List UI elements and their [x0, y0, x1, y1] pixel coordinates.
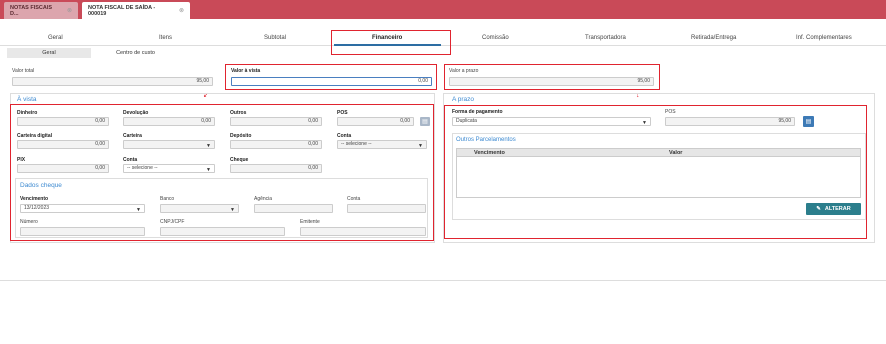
tab-label: NOTAS FISCAIS D... [10, 4, 53, 17]
forma-pagamento-select[interactable]: Duplicata ▼ [452, 117, 651, 126]
subtab-geral[interactable]: Geral [7, 48, 91, 58]
agencia-label: Agência [254, 196, 273, 202]
pos-label: POS [337, 110, 348, 116]
card-icon[interactable]: ▤ [803, 116, 814, 127]
card-icon[interactable]: ▤ [420, 117, 430, 126]
tab-subtotal[interactable]: Subtotal [264, 35, 286, 41]
a-vista-title: À vista [17, 96, 37, 103]
col-vencimento: Vencimento [474, 150, 505, 156]
alterar-label: ALTERAR [824, 206, 851, 212]
tab-itens[interactable]: Itens [159, 35, 172, 41]
chevron-down-icon: ▼ [642, 120, 647, 126]
tab-geral[interactable]: Geral [48, 35, 63, 41]
pos-prazo-label: POS [665, 109, 676, 115]
a-prazo-title: A prazo [452, 96, 475, 103]
conta2-select-value: -- selecione -- [127, 165, 158, 171]
forma-pagamento-value: Duplicata [456, 118, 477, 124]
cheque-field[interactable]: 0,00 [230, 164, 322, 173]
carteira-select[interactable]: ▼ [123, 140, 215, 149]
dados-cheque-title: Dados cheque [20, 182, 62, 189]
tab-inf-complementares[interactable]: Inf. Complementares [796, 35, 852, 41]
tab-retirada-entrega[interactable]: Retirada/Entrega [691, 35, 736, 41]
close-icon[interactable]: ⊗ [179, 7, 184, 14]
forma-pagamento-label: Forma de pagamento [452, 109, 503, 115]
chevron-down-icon: ▼ [136, 207, 141, 213]
vencimento-label: Vencimento [20, 196, 49, 202]
deposito-field[interactable]: 0,00 [230, 140, 322, 149]
close-icon[interactable]: ⊗ [67, 7, 72, 14]
dinheiro-label: Dinheiro [17, 110, 38, 116]
parcelamentos-table-header: Vencimento Valor [456, 148, 861, 157]
pix-label: PIX [17, 157, 26, 163]
valor-total-label: Valor total [12, 68, 35, 74]
vencimento-field[interactable]: 13/12/2023 ▼ [20, 204, 145, 213]
pos-field[interactable]: 0,00 [337, 117, 414, 126]
conta-cheque-label: Conta [347, 196, 361, 202]
conta-cheque-field[interactable] [347, 204, 426, 213]
devolucao-field[interactable]: 0,00 [123, 117, 215, 126]
col-valor: Valor [669, 150, 683, 156]
tab-label: NOTA FISCAL DE SAÍDA - 000019 [88, 4, 156, 17]
chevron-down-icon: ▼ [206, 167, 211, 173]
valor-vista-field[interactable]: 0,00 [231, 77, 432, 86]
valor-total-field: 95,00 [12, 77, 213, 86]
tab-comissao[interactable]: Comissão [482, 35, 509, 41]
banco-label: Banco [160, 196, 175, 202]
tab-nota-fiscal-saida[interactable]: NOTA FISCAL DE SAÍDA - 000019 ⊗ [82, 2, 190, 19]
tab-transportadora[interactable]: Transportadora [585, 35, 626, 41]
valor-prazo-label: Valor a prazo [449, 68, 479, 74]
cnpj-field[interactable] [160, 227, 285, 236]
vencimento-value: 13/12/2023 [24, 205, 50, 211]
dinheiro-field[interactable]: 0,00 [17, 117, 109, 126]
chevron-down-icon: ▼ [418, 143, 423, 149]
carteira-label: Carteira [123, 133, 142, 139]
highlight-box [331, 30, 451, 55]
alterar-button[interactable]: ✎ ALTERAR [806, 203, 861, 215]
carteira-digital-label: Carteira digital [17, 133, 53, 139]
conta-select[interactable]: -- selecione -- ▼ [337, 140, 427, 149]
agencia-field[interactable] [254, 204, 333, 213]
outros-parcelamentos-title: Outros Parcelamentos [456, 137, 516, 143]
numero-label: Número [20, 219, 38, 225]
outros-label: Outros [230, 110, 247, 116]
conta2-label: Conta [123, 157, 138, 163]
banco-select[interactable]: ▼ [160, 204, 239, 213]
conta-label: Conta [337, 133, 352, 139]
tab-notas-fiscais[interactable]: NOTAS FISCAIS D... ⊗ [4, 2, 78, 19]
numero-field[interactable] [20, 227, 145, 236]
carteira-digital-field[interactable]: 0,00 [17, 140, 109, 149]
outros-field[interactable]: 0,00 [230, 117, 322, 126]
conta-select-value: -- selecione -- [341, 141, 372, 147]
emitente-field[interactable] [300, 227, 426, 236]
divider [0, 280, 886, 281]
parcelamentos-table-body [456, 157, 861, 198]
emitente-label: Emitente [300, 219, 320, 225]
cheque-label: Cheque [230, 157, 249, 163]
subtab-centro-custo[interactable]: Centro de custo [93, 48, 178, 58]
deposito-label: Depósito [230, 133, 252, 139]
chevron-down-icon: ▼ [206, 143, 211, 149]
conta2-select[interactable]: -- selecione -- ▼ [123, 164, 215, 173]
chevron-down-icon: ▼ [230, 207, 235, 213]
pix-field[interactable]: 0,00 [17, 164, 109, 173]
pos-prazo-field[interactable]: 95,00 [665, 117, 795, 126]
valor-prazo-field: 95,00 [449, 77, 654, 86]
pencil-icon: ✎ [816, 206, 821, 212]
devolucao-label: Devolução [123, 110, 149, 116]
valor-vista-label: Valor à vista [231, 68, 261, 74]
cnpj-label: CNPJ/CPF [160, 219, 185, 225]
